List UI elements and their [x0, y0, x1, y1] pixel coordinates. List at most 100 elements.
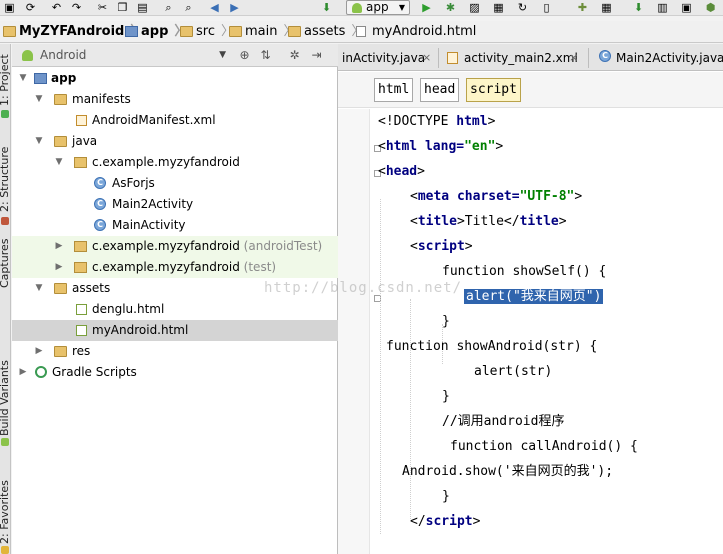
folder-icon — [54, 94, 67, 105]
tab-separator — [588, 48, 589, 68]
structure-tool-button[interactable]: 2: Structure — [0, 136, 10, 212]
profile-icon[interactable]: ▦ — [492, 1, 505, 14]
make-icon[interactable]: ⬇ — [320, 1, 333, 14]
tree-item-app[interactable]: ▼ app — [12, 68, 338, 89]
android-device-icon[interactable]: ⬢ — [704, 1, 717, 14]
favorites-tool-button[interactable]: 2: Favorites — [0, 464, 10, 544]
class-icon: C — [94, 198, 106, 210]
undo-icon[interactable]: ↶ — [50, 1, 63, 14]
paste-icon[interactable]: ▤ — [136, 1, 149, 14]
tree-item-denglu[interactable]: denglu.html — [12, 299, 338, 320]
tree-item-mainactivity[interactable]: C MainActivity — [12, 215, 338, 236]
android-icon — [22, 50, 33, 61]
back-icon[interactable]: ◀ — [208, 1, 221, 14]
code-area[interactable]: <!DOCTYPE html> <html lang="en"> <head> … — [338, 109, 723, 554]
tag-crumb-script[interactable]: script — [466, 78, 521, 102]
run-config-select[interactable]: app ▼ — [346, 0, 410, 15]
code-line-7: function showSelf() { — [442, 264, 607, 279]
gear-icon[interactable]: ✲ — [287, 47, 302, 63]
code-line-6: <script> — [410, 239, 473, 254]
code-line-1: <!DOCTYPE html> — [378, 114, 496, 129]
tree-item-main2activity[interactable]: C Main2Activity — [12, 194, 338, 215]
expand-arrow-icon[interactable]: ▼ — [34, 131, 44, 152]
tree-item-androidmanifest[interactable]: AndroidManifest.xml — [12, 110, 338, 131]
tree-item-myandroid[interactable]: myAndroid.html — [12, 320, 338, 341]
tree-item-res[interactable]: ▶ res — [12, 341, 338, 362]
sync-icon[interactable]: ⟳ — [24, 1, 37, 14]
copy-icon[interactable]: ❐ — [116, 1, 129, 14]
code-line-15: Android.show('来自网页的我'); — [402, 464, 614, 479]
expand-arrow-icon[interactable]: ▶ — [54, 236, 64, 257]
html-file-icon — [356, 26, 366, 37]
monitor-icon[interactable]: ▥ — [656, 1, 669, 14]
project-structure-icon[interactable]: ▦ — [600, 1, 613, 14]
tree-item-asforjs[interactable]: C AsForjs — [12, 173, 338, 194]
tree-item-package-androidtest[interactable]: ▶ c.example.myzyfandroid (androidTest) — [12, 236, 338, 257]
indent-guide — [410, 299, 411, 519]
expand-arrow-icon[interactable]: ▶ — [34, 341, 44, 362]
expand-arrow-icon[interactable]: ▼ — [34, 89, 44, 110]
code-line-4: <meta charset="UTF-8"> — [410, 189, 583, 204]
android-icon — [1, 438, 9, 446]
debug-icon[interactable]: ✱ — [444, 1, 457, 14]
code-line-16: } — [442, 489, 450, 504]
avd-icon[interactable]: ▯ — [540, 1, 553, 14]
html-file-icon — [76, 325, 87, 336]
project-tool-button[interactable]: 1: Project — [0, 48, 10, 106]
close-icon[interactable]: × — [422, 46, 431, 70]
captures-tool-button[interactable]: Captures — [0, 230, 10, 288]
expand-arrow-icon[interactable]: ▼ — [34, 278, 44, 299]
selected-text: alert("我来自网页") — [464, 289, 604, 304]
code-line-10: function showAndroid(str) { — [386, 339, 598, 354]
tool-window-strip: 1: Project 2: Structure Captures Build V… — [0, 44, 11, 554]
code-line-13: //调用android程序 — [442, 414, 565, 429]
build-variants-tool-button[interactable]: Build Variants — [0, 344, 10, 436]
expand-arrow-icon[interactable]: ▶ — [18, 362, 28, 383]
save-icon[interactable]: ▣ — [3, 1, 16, 14]
chevron-down-icon: ▼ — [219, 50, 226, 60]
project-view-select[interactable]: Android ▼ — [16, 47, 228, 64]
help-icon[interactable]: ▣ — [680, 1, 693, 14]
tree-item-manifests[interactable]: ▼ manifests — [12, 89, 338, 110]
sdk-manager-icon[interactable]: ✚ — [576, 1, 589, 14]
tab-main2activity[interactable]: C Main2Activity.java — [594, 46, 723, 70]
tag-crumb-head[interactable]: head — [420, 78, 460, 102]
run-icon[interactable]: ▶ — [420, 1, 433, 14]
expand-arrow-icon[interactable]: ▼ — [18, 68, 28, 89]
scroll-from-source-icon[interactable]: ⊕ — [237, 47, 252, 63]
module-folder-icon — [125, 26, 138, 37]
stop-icon[interactable]: ↻ — [516, 1, 529, 14]
tag-crumb-html[interactable]: html — [374, 78, 414, 102]
tab-activity-main2[interactable]: activity_main2.xml × — [442, 46, 582, 70]
redo-icon[interactable]: ↷ — [70, 1, 83, 14]
module-folder-icon — [34, 73, 47, 84]
replace-icon[interactable]: ⌕ — [182, 1, 195, 14]
sync-gradle-icon[interactable]: ⬇ — [632, 1, 645, 14]
navigation-breadcrumb: MyZYFAndroid〉 app〉 src〉 main〉 assets〉 my… — [0, 21, 723, 43]
tree-item-java[interactable]: ▼ java — [12, 131, 338, 152]
code-line-12: } — [442, 389, 450, 404]
package-icon — [74, 262, 87, 273]
tree-item-gradle-scripts[interactable]: ▶ Gradle Scripts — [12, 362, 338, 383]
close-icon[interactable]: × — [569, 46, 578, 70]
tree-item-package-test[interactable]: ▶ c.example.myzyfandroid (test) — [12, 257, 338, 278]
class-icon: C — [599, 50, 611, 62]
code-line-17: </script> — [410, 514, 481, 529]
xml-file-icon — [76, 115, 87, 126]
attach-icon[interactable]: ▨ — [468, 1, 481, 14]
chevron-down-icon: ▼ — [398, 3, 405, 12]
tab-mainactivity[interactable]: inActivity.java × — [338, 46, 436, 70]
forward-icon[interactable]: ▶ — [228, 1, 241, 14]
breadcrumb-file[interactable]: myAndroid.html — [353, 21, 476, 43]
code-line-14: function callAndroid() { — [450, 439, 638, 454]
tree-item-package[interactable]: ▼ c.example.myzyfandroid — [12, 152, 338, 173]
indent-guide — [380, 199, 381, 534]
folder-icon — [229, 26, 242, 37]
expand-arrow-icon[interactable]: ▼ — [54, 152, 64, 173]
expand-arrow-icon[interactable]: ▶ — [54, 257, 64, 278]
find-icon[interactable]: ⌕ — [162, 1, 175, 14]
folder-icon — [3, 26, 16, 37]
cut-icon[interactable]: ✂ — [96, 1, 109, 14]
collapse-all-icon[interactable]: ⇅ — [258, 47, 273, 63]
hide-panel-icon[interactable]: ⇥ — [309, 47, 324, 63]
